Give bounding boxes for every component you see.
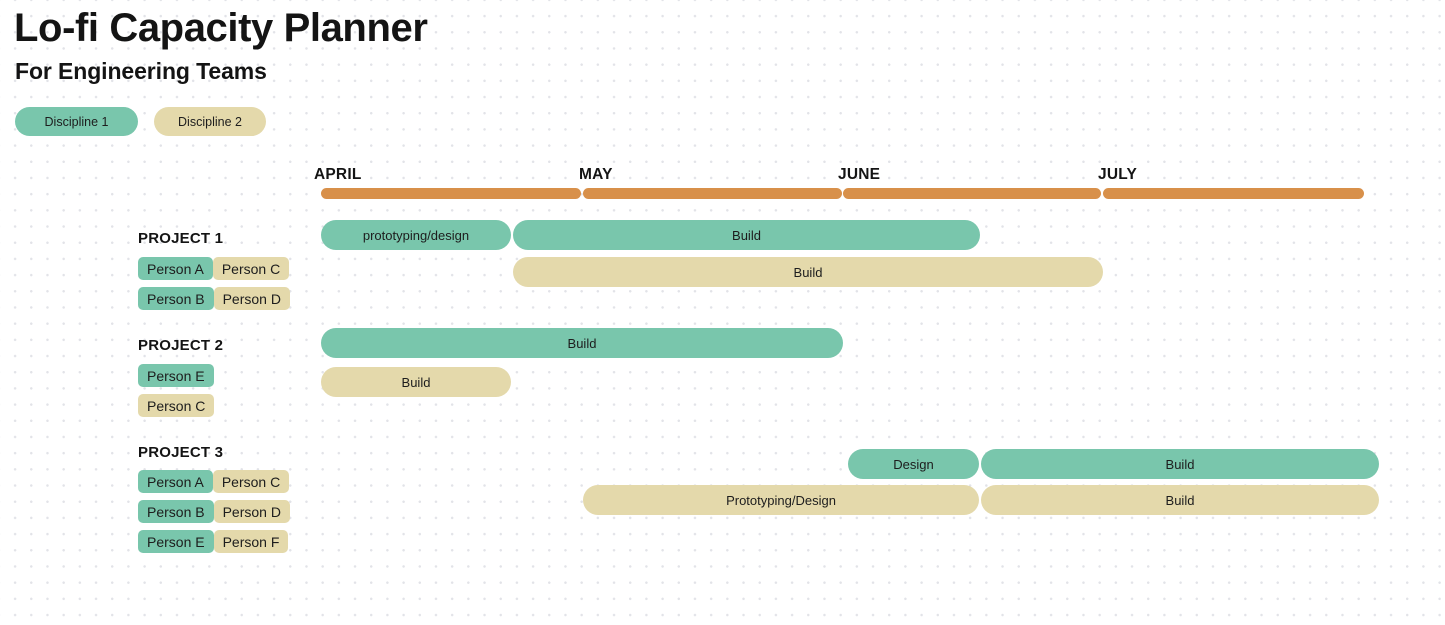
gantt-bar-design[interactable]: Design xyxy=(848,449,979,479)
person-chip-person-c[interactable]: Person C xyxy=(212,470,290,493)
person-chip-row: Person C xyxy=(138,394,215,417)
month-segment-july xyxy=(1103,188,1364,199)
project-title-1: PROJECT 1 xyxy=(138,230,224,247)
person-chip-person-f[interactable]: Person F xyxy=(213,530,289,553)
month-label-april: APRIL xyxy=(314,166,362,183)
gantt-bar-prototyping-design[interactable]: Prototyping/Design xyxy=(583,485,979,515)
person-chip-person-d[interactable]: Person D xyxy=(213,287,290,310)
person-chip-person-c[interactable]: Person C xyxy=(212,257,290,280)
person-chip-person-c[interactable]: Person C xyxy=(138,394,215,417)
person-chip-row: Person E Person F xyxy=(138,530,289,553)
gantt-bar-build[interactable]: Build xyxy=(981,485,1379,515)
person-chip-row: Person B Person D xyxy=(138,287,290,310)
gantt-bar-build[interactable]: Build xyxy=(513,220,980,250)
person-chip-person-a[interactable]: Person A xyxy=(138,257,213,280)
month-segment-april xyxy=(321,188,581,199)
person-chip-person-d[interactable]: Person D xyxy=(213,500,290,523)
person-chip-person-b[interactable]: Person B xyxy=(138,287,214,310)
person-chip-row: Person E xyxy=(138,364,214,387)
person-chip-person-e[interactable]: Person E xyxy=(138,530,214,553)
person-chip-person-a[interactable]: Person A xyxy=(138,470,213,493)
project-title-2: PROJECT 2 xyxy=(138,337,224,354)
person-chip-person-e[interactable]: Person E xyxy=(138,364,214,387)
month-label-june: JUNE xyxy=(838,166,881,183)
gantt-bar-build[interactable]: Build xyxy=(321,328,843,358)
gantt-bar-prototyping-design[interactable]: prototyping/design xyxy=(321,220,511,250)
month-label-july: JULY xyxy=(1098,166,1137,183)
month-label-may: MAY xyxy=(579,166,613,183)
person-chip-row: Person A Person C xyxy=(138,257,290,280)
gantt-bar-build[interactable]: Build xyxy=(321,367,511,397)
month-segment-june xyxy=(843,188,1101,199)
gantt-bar-build[interactable]: Build xyxy=(981,449,1379,479)
person-chip-person-b[interactable]: Person B xyxy=(138,500,214,523)
person-chip-row: Person B Person D xyxy=(138,500,290,523)
person-chip-row: Person A Person C xyxy=(138,470,290,493)
project-title-3: PROJECT 3 xyxy=(138,444,224,461)
gantt-bar-build[interactable]: Build xyxy=(513,257,1103,287)
capacity-planner-page: Lo-fi Capacity Planner For Engineering T… xyxy=(0,0,1445,625)
month-segment-may xyxy=(583,188,842,199)
